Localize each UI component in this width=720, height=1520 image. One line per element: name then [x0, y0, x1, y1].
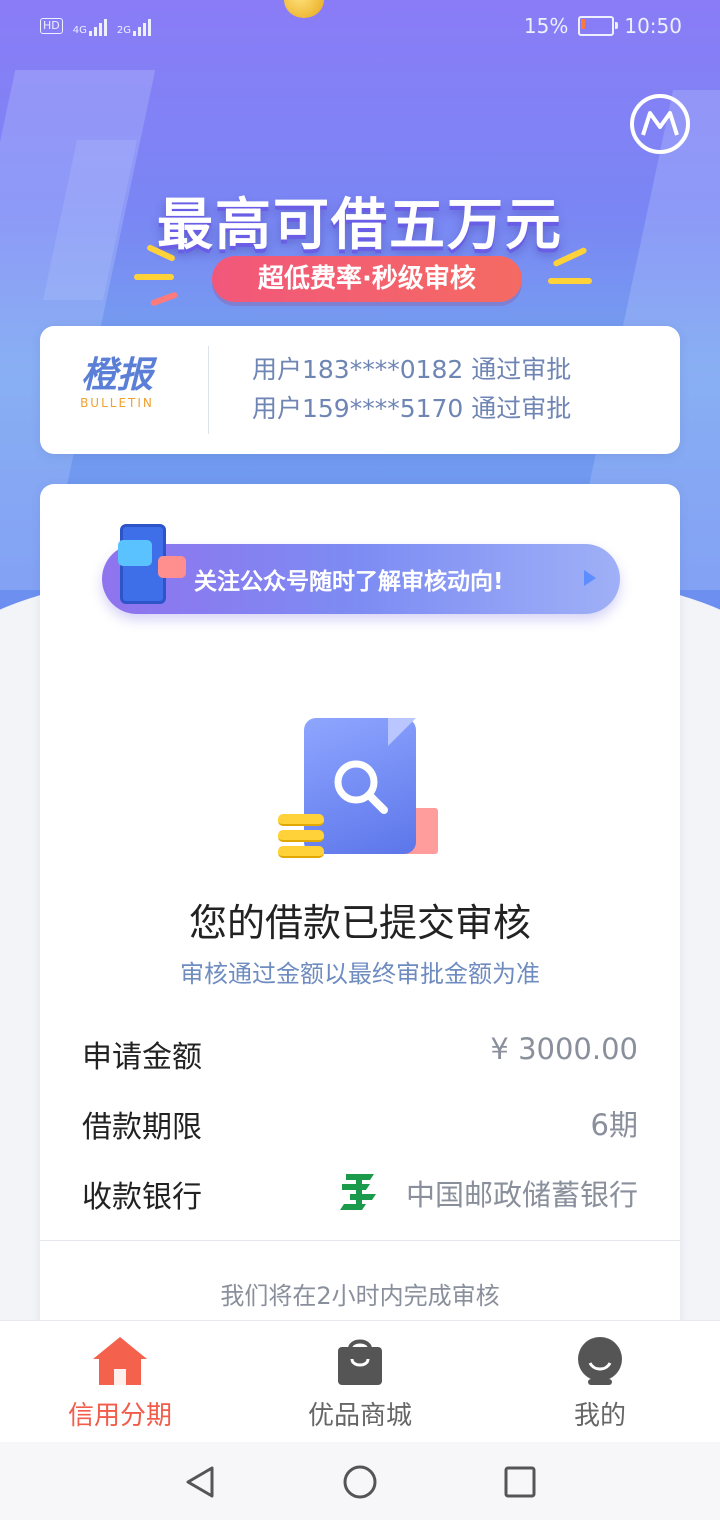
battery-icon	[578, 16, 619, 36]
shopping-bag-icon	[330, 1333, 390, 1389]
bottom-tab-bar: 信用分期 优品商城 我的	[0, 1320, 720, 1443]
hero-subline: 超低费率·秒级审核	[212, 256, 522, 302]
divider	[40, 1240, 680, 1241]
play-arrow-icon	[584, 570, 596, 586]
tab-label: 优品商城	[307, 1401, 412, 1431]
row-label: 收款银行	[82, 1180, 202, 1215]
spark-decoration	[134, 274, 174, 280]
chat-bubble-icon	[118, 540, 152, 566]
clock: 10:50	[624, 14, 682, 38]
coins-icon	[278, 814, 324, 862]
system-nav-bar	[0, 1442, 720, 1520]
receiving-bank-row: 收款银行 中国邮政储蓄银行	[82, 1172, 638, 1222]
brand-logo-button[interactable]	[630, 94, 690, 154]
loan-status-card: 关注公众号随时了解审核动向! 您的借款已提交审核 审核通过金额以最终审批金额为准…	[40, 484, 680, 1384]
row-label: 申请金额	[82, 1040, 202, 1075]
row-value: 6期	[590, 1108, 638, 1142]
bulletin-line: 用户183****0182 通过审批	[252, 355, 572, 384]
status-title: 您的借款已提交审核	[188, 901, 531, 945]
hero-headline: 最高可借五万元	[157, 193, 563, 258]
loan-term-row: 借款期限 6期	[82, 1102, 638, 1152]
back-icon[interactable]	[182, 1464, 218, 1500]
battery-percent: 15%	[523, 14, 569, 38]
spark-decoration	[548, 278, 592, 284]
status-bar: HD 4G 2G 15% 10:50	[0, 0, 720, 56]
approval-bulletin: 橙报 BULLETIN 用户183****0182 通过审批 用户159****…	[40, 326, 680, 454]
bulletin-brand: 橙报 BULLETIN	[80, 355, 154, 411]
status-subtitle: 审核通过金额以最终审批金额为准	[180, 960, 540, 988]
profile-icon	[570, 1333, 630, 1389]
signal-2g-icon: 2G	[117, 16, 151, 36]
divider	[208, 346, 209, 434]
tab-shop[interactable]: 优品商城	[260, 1333, 460, 1432]
postal-bank-logo-icon	[340, 1174, 376, 1210]
m-logo-icon	[641, 111, 679, 136]
tab-credit-installment[interactable]: 信用分期	[20, 1333, 220, 1432]
row-value: ¥ 3000.00	[490, 1032, 638, 1066]
chat-bubble-icon	[158, 556, 186, 578]
hd-badge: HD	[40, 18, 63, 34]
bulletin-messages: 用户183****0182 通过审批 用户159****5170 通过审批	[252, 350, 571, 428]
row-value: 中国邮政储蓄银行	[405, 1178, 638, 1212]
promo-text: 关注公众号随时了解审核动向!	[194, 569, 504, 595]
follow-account-banner[interactable]: 关注公众号随时了解审核动向!	[102, 544, 620, 614]
tab-label: 信用分期	[67, 1401, 172, 1431]
home-icon	[90, 1333, 150, 1389]
home-nav-icon[interactable]	[342, 1464, 378, 1500]
row-label: 借款期限	[82, 1110, 202, 1145]
tab-label: 我的	[573, 1401, 626, 1431]
review-time-note: 我们将在2小时内完成审核	[220, 1282, 500, 1310]
recents-icon[interactable]	[502, 1464, 538, 1500]
tab-mine[interactable]: 我的	[500, 1333, 700, 1432]
apply-amount-row: 申请金额 ¥ 3000.00	[82, 1032, 638, 1082]
bulletin-line: 用户159****5170 通过审批	[252, 394, 572, 423]
signal-4g-icon: 4G	[73, 16, 107, 36]
